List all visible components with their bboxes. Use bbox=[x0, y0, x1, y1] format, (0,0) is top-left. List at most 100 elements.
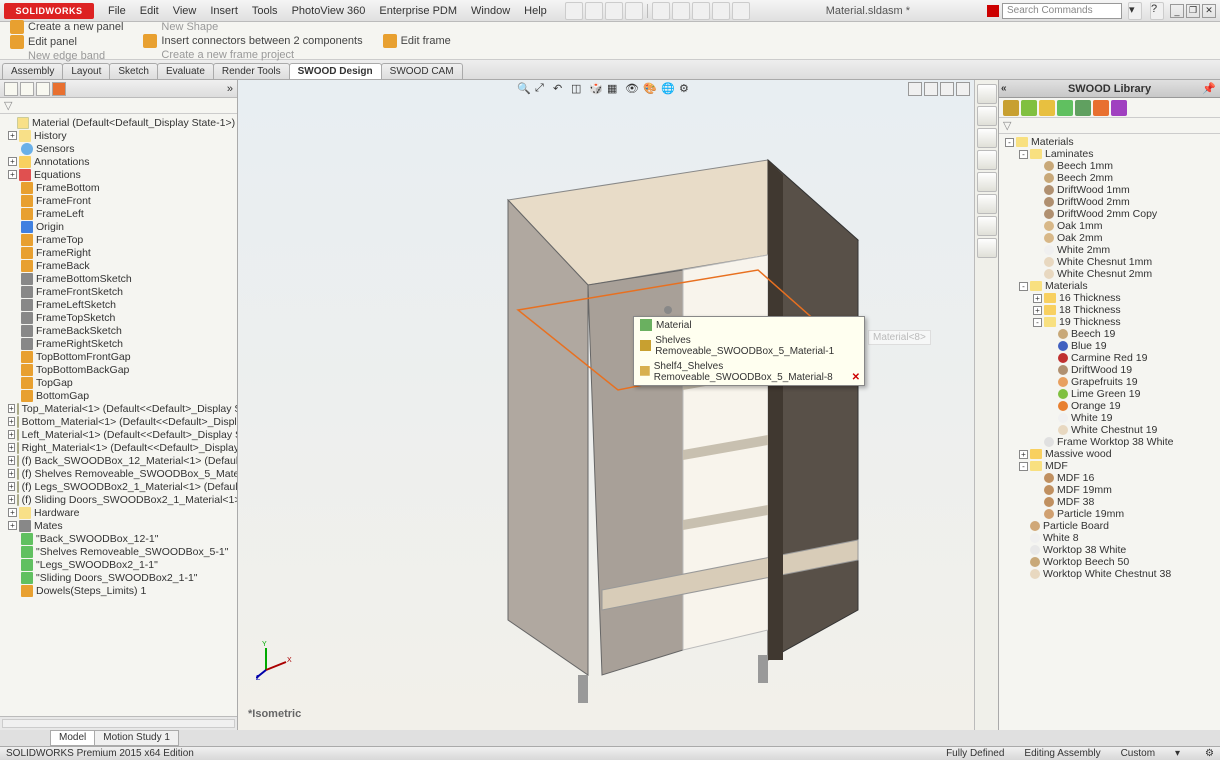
tree-item[interactable]: "Back_SWOODBox_12-1" bbox=[0, 532, 237, 545]
menu-photoview-360[interactable]: PhotoView 360 bbox=[286, 3, 372, 19]
menu-edit[interactable]: Edit bbox=[134, 3, 165, 19]
expander-icon[interactable]: - bbox=[1033, 318, 1042, 327]
view-orient-icon[interactable]: 🎲 bbox=[589, 82, 605, 98]
tree-item[interactable]: +(f) Sliding Doors_SWOODBox2_1_Material<… bbox=[0, 493, 237, 506]
edit-appearance-icon[interactable]: 🎨 bbox=[643, 82, 659, 98]
swood-resources-tab[interactable] bbox=[977, 84, 997, 104]
tree-item[interactable]: FrameBottom bbox=[0, 181, 237, 194]
tree-item[interactable]: FrameFront bbox=[0, 194, 237, 207]
expander-icon[interactable]: + bbox=[8, 417, 15, 426]
collapse-icon[interactable]: « bbox=[1001, 83, 1007, 94]
expander-icon[interactable]: + bbox=[1033, 294, 1042, 303]
tree-item[interactable]: "Shelves Removeable_SWOODBox_5-1" bbox=[0, 545, 237, 558]
library-item[interactable]: Lime Green 19 bbox=[1001, 388, 1218, 400]
tree-item[interactable]: FrameLeftSketch bbox=[0, 298, 237, 311]
library-item[interactable]: -Materials bbox=[1001, 136, 1218, 148]
lib-panel-icon[interactable] bbox=[1003, 100, 1019, 116]
tree-item[interactable]: FrameRightSketch bbox=[0, 337, 237, 350]
tree-item[interactable]: FrameFrontSketch bbox=[0, 285, 237, 298]
view-palette-tab[interactable] bbox=[977, 150, 997, 170]
expander-icon[interactable]: + bbox=[8, 508, 17, 517]
tree-item[interactable]: +Equations bbox=[0, 168, 237, 181]
library-item[interactable]: Oak 1mm bbox=[1001, 220, 1218, 232]
tree-item[interactable]: TopGap bbox=[0, 376, 237, 389]
popup-close-icon[interactable]: ✕ bbox=[852, 372, 860, 383]
library-item[interactable]: Particle 19mm bbox=[1001, 508, 1218, 520]
expander-icon[interactable]: + bbox=[8, 404, 15, 413]
lib-frame-icon[interactable] bbox=[1039, 100, 1055, 116]
minimize-icon[interactable]: _ bbox=[1170, 4, 1184, 18]
tree-item[interactable]: +Left_Material<1> (Default<<Default>_Dis… bbox=[0, 428, 237, 441]
tab-sketch[interactable]: Sketch bbox=[109, 63, 158, 79]
tree-item[interactable]: FrameLeft bbox=[0, 207, 237, 220]
lib-profile-icon[interactable] bbox=[1075, 100, 1091, 116]
custom-props-tab[interactable] bbox=[977, 194, 997, 214]
viewport-max-icon[interactable] bbox=[940, 82, 954, 96]
library-item[interactable]: MDF 16 bbox=[1001, 472, 1218, 484]
library-item[interactable]: Beech 19 bbox=[1001, 328, 1218, 340]
lib-box-icon[interactable] bbox=[1021, 100, 1037, 116]
viewport-min-icon[interactable] bbox=[924, 82, 938, 96]
library-item[interactable]: Worktop Beech 50 bbox=[1001, 556, 1218, 568]
menu-file[interactable]: File bbox=[102, 3, 132, 19]
tree-filter[interactable]: ▽ bbox=[0, 98, 237, 114]
swood-tab[interactable] bbox=[977, 216, 997, 236]
file-explorer-tab[interactable] bbox=[977, 128, 997, 148]
library-item[interactable]: Carmine Red 19 bbox=[1001, 352, 1218, 364]
restore-icon[interactable]: ❐ bbox=[1186, 4, 1200, 18]
library-item[interactable]: White 19 bbox=[1001, 412, 1218, 424]
zoom-area-icon[interactable]: ⤢ bbox=[535, 82, 551, 98]
tree-item[interactable]: TopBottomBackGap bbox=[0, 363, 237, 376]
expander-icon[interactable]: + bbox=[8, 456, 15, 465]
bottom-tab-motion-study-1[interactable]: Motion Study 1 bbox=[94, 730, 179, 746]
expander-icon[interactable]: + bbox=[1019, 450, 1028, 459]
tree-item[interactable]: BottomGap bbox=[0, 389, 237, 402]
expander-icon[interactable]: + bbox=[8, 430, 15, 439]
library-item[interactable]: Beech 1mm bbox=[1001, 160, 1218, 172]
options-button[interactable] bbox=[712, 2, 730, 20]
tree-horizontal-scrollbar[interactable] bbox=[0, 716, 237, 730]
library-item[interactable]: -Materials bbox=[1001, 280, 1218, 292]
expander-icon[interactable]: - bbox=[1005, 138, 1014, 147]
expander-icon[interactable]: + bbox=[8, 443, 15, 452]
save-button[interactable] bbox=[605, 2, 623, 20]
library-item[interactable]: White 2mm bbox=[1001, 244, 1218, 256]
tree-item[interactable]: +Mates bbox=[0, 519, 237, 532]
design-library-tab[interactable] bbox=[977, 106, 997, 126]
rebuild-button[interactable] bbox=[692, 2, 710, 20]
expander-icon[interactable]: + bbox=[8, 157, 17, 166]
print-button[interactable] bbox=[625, 2, 643, 20]
status-settings-icon[interactable]: ⚙ bbox=[1205, 748, 1214, 759]
tree-item[interactable]: FrameBackSketch bbox=[0, 324, 237, 337]
graphics-viewport[interactable]: 🔍 ⤢ ↶ ◫ 🎲 ▦ 👁 🎨 🌐 ⚙ bbox=[238, 80, 974, 730]
viewport-split-icon[interactable] bbox=[908, 82, 922, 96]
tree-item[interactable]: +Bottom_Material<1> (Default<<Default>_D… bbox=[0, 415, 237, 428]
tree-item[interactable]: FrameBack bbox=[0, 259, 237, 272]
search-commands-input[interactable]: Search Commands bbox=[1002, 3, 1122, 19]
library-item[interactable]: -Laminates bbox=[1001, 148, 1218, 160]
tree-item[interactable]: TopBottomFrontGap bbox=[0, 350, 237, 363]
library-item[interactable]: Frame Worktop 38 White bbox=[1001, 436, 1218, 448]
search-dropdown[interactable]: ▾ bbox=[1128, 2, 1142, 20]
screencapture-button[interactable] bbox=[732, 2, 750, 20]
library-item[interactable]: -19 Thickness bbox=[1001, 316, 1218, 328]
lib-edge-icon[interactable] bbox=[1093, 100, 1109, 116]
tab-assembly[interactable]: Assembly bbox=[2, 63, 63, 79]
create-new-panel-button[interactable]: Create a new panel bbox=[10, 20, 123, 34]
tree-item[interactable]: FrameRight bbox=[0, 246, 237, 259]
tree-item[interactable]: +Hardware bbox=[0, 506, 237, 519]
tree-item[interactable]: FrameTop bbox=[0, 233, 237, 246]
feature-tree-tab[interactable] bbox=[4, 82, 18, 96]
library-item[interactable]: -MDF bbox=[1001, 460, 1218, 472]
tree-item[interactable]: +(f) Shelves Removeable_SWOODBox_5_Mater… bbox=[0, 467, 237, 480]
select-button[interactable] bbox=[672, 2, 690, 20]
hide-show-icon[interactable]: 👁 bbox=[625, 82, 641, 98]
bottom-tab-model[interactable]: Model bbox=[50, 730, 95, 746]
panel-expand-icon[interactable]: » bbox=[227, 83, 233, 95]
library-item[interactable]: Blue 19 bbox=[1001, 340, 1218, 352]
model-render[interactable] bbox=[338, 120, 898, 710]
library-item[interactable]: DriftWood 19 bbox=[1001, 364, 1218, 376]
library-item[interactable]: Worktop White Chestnut 38 bbox=[1001, 568, 1218, 580]
library-item[interactable]: Worktop 38 White bbox=[1001, 544, 1218, 556]
expander-icon[interactable]: + bbox=[1033, 306, 1042, 315]
